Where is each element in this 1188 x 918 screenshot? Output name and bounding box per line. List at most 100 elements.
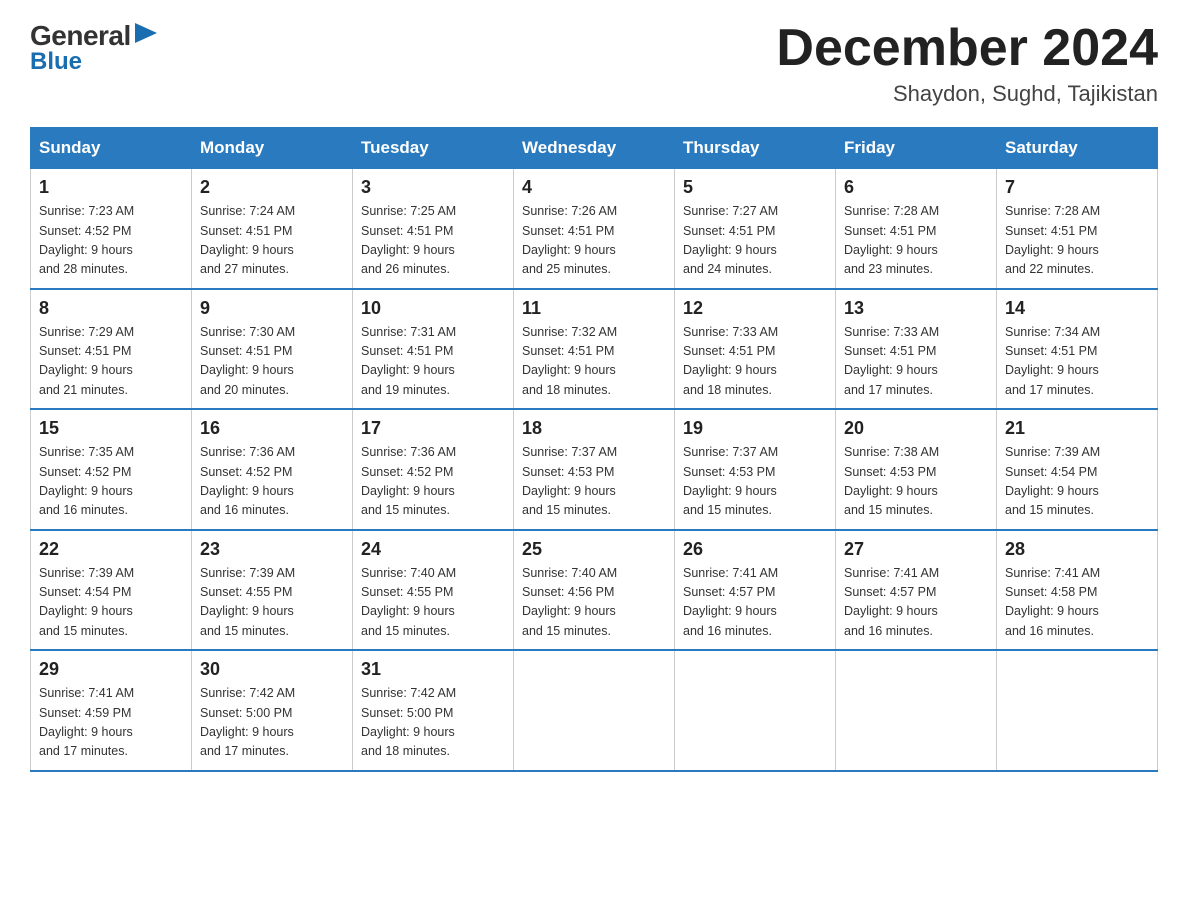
day-number: 31 <box>361 659 505 680</box>
logo-arrow-icon <box>135 23 157 43</box>
table-row: 18 Sunrise: 7:37 AMSunset: 4:53 PMDayligh… <box>514 409 675 530</box>
day-number: 4 <box>522 177 666 198</box>
day-info: Sunrise: 7:42 AMSunset: 5:00 PMDaylight:… <box>200 684 344 762</box>
table-row: 22 Sunrise: 7:39 AMSunset: 4:54 PMDayligh… <box>31 530 192 651</box>
day-number: 3 <box>361 177 505 198</box>
day-number: 24 <box>361 539 505 560</box>
day-number: 27 <box>844 539 988 560</box>
day-number: 12 <box>683 298 827 319</box>
table-row: 7 Sunrise: 7:28 AMSunset: 4:51 PMDaylight… <box>997 169 1158 289</box>
location-subtitle: Shaydon, Sughd, Tajikistan <box>776 81 1158 107</box>
day-number: 7 <box>1005 177 1149 198</box>
table-row: 19Sunrise: 7:37 AMSunset: 4:53 PMDayligh… <box>675 409 836 530</box>
day-info: Sunrise: 7:34 AMSunset: 4:51 PMDaylight:… <box>1005 323 1149 401</box>
day-info: Sunrise: 7:31 AMSunset: 4:51 PMDaylight:… <box>361 323 505 401</box>
day-info: Sunrise: 7:23 AMSunset: 4:52 PMDaylight:… <box>39 202 183 280</box>
page-header: General Blue December 2024 Shaydon, Sugh… <box>30 20 1158 107</box>
day-number: 6 <box>844 177 988 198</box>
table-row: 2 Sunrise: 7:24 AMSunset: 4:51 PMDaylight… <box>192 169 353 289</box>
table-row: 14Sunrise: 7:34 AMSunset: 4:51 PMDayligh… <box>997 289 1158 410</box>
day-number: 28 <box>1005 539 1149 560</box>
day-info: Sunrise: 7:41 AMSunset: 4:59 PMDaylight:… <box>39 684 183 762</box>
day-number: 11 <box>522 298 666 319</box>
day-info: Sunrise: 7:35 AMSunset: 4:52 PMDaylight:… <box>39 443 183 521</box>
table-row: 29Sunrise: 7:41 AMSunset: 4:59 PMDayligh… <box>31 650 192 771</box>
calendar-body: 1 Sunrise: 7:23 AMSunset: 4:52 PMDaylight… <box>31 169 1158 771</box>
day-info: Sunrise: 7:38 AMSunset: 4:53 PMDaylight:… <box>844 443 988 521</box>
table-row: 31 Sunrise: 7:42 AMSunset: 5:00 PMDayligh… <box>353 650 514 771</box>
table-row: 8 Sunrise: 7:29 AMSunset: 4:51 PMDaylight… <box>31 289 192 410</box>
day-number: 5 <box>683 177 827 198</box>
day-info: Sunrise: 7:39 AMSunset: 4:55 PMDaylight:… <box>200 564 344 642</box>
logo: General Blue <box>30 20 157 76</box>
day-info: Sunrise: 7:27 AMSunset: 4:51 PMDaylight:… <box>683 202 827 280</box>
day-number: 21 <box>1005 418 1149 439</box>
day-info: Sunrise: 7:33 AMSunset: 4:51 PMDaylight:… <box>683 323 827 401</box>
header-row: Sunday Monday Tuesday Wednesday Thursday… <box>31 128 1158 169</box>
day-info: Sunrise: 7:30 AMSunset: 4:51 PMDaylight:… <box>200 323 344 401</box>
day-info: Sunrise: 7:39 AMSunset: 4:54 PMDaylight:… <box>1005 443 1149 521</box>
day-info: Sunrise: 7:25 AMSunset: 4:51 PMDaylight:… <box>361 202 505 280</box>
table-row: 16 Sunrise: 7:36 AMSunset: 4:52 PMDayligh… <box>192 409 353 530</box>
table-row: 24 Sunrise: 7:40 AMSunset: 4:55 PMDayligh… <box>353 530 514 651</box>
calendar-week-row: 1 Sunrise: 7:23 AMSunset: 4:52 PMDaylight… <box>31 169 1158 289</box>
calendar-table: Sunday Monday Tuesday Wednesday Thursday… <box>30 127 1158 772</box>
day-info: Sunrise: 7:28 AMSunset: 4:51 PMDaylight:… <box>1005 202 1149 280</box>
day-info: Sunrise: 7:24 AMSunset: 4:51 PMDaylight:… <box>200 202 344 280</box>
day-number: 26 <box>683 539 827 560</box>
header-sunday: Sunday <box>31 128 192 169</box>
calendar-week-row: 29Sunrise: 7:41 AMSunset: 4:59 PMDayligh… <box>31 650 1158 771</box>
day-number: 20 <box>844 418 988 439</box>
table-row: 5 Sunrise: 7:27 AMSunset: 4:51 PMDaylight… <box>675 169 836 289</box>
day-number: 8 <box>39 298 183 319</box>
day-info: Sunrise: 7:32 AMSunset: 4:51 PMDaylight:… <box>522 323 666 401</box>
day-number: 18 <box>522 418 666 439</box>
table-row <box>997 650 1158 771</box>
day-info: Sunrise: 7:36 AMSunset: 4:52 PMDaylight:… <box>200 443 344 521</box>
day-info: Sunrise: 7:39 AMSunset: 4:54 PMDaylight:… <box>39 564 183 642</box>
logo-blue-text: Blue <box>30 48 82 76</box>
calendar-week-row: 22 Sunrise: 7:39 AMSunset: 4:54 PMDayligh… <box>31 530 1158 651</box>
calendar-header: Sunday Monday Tuesday Wednesday Thursday… <box>31 128 1158 169</box>
day-info: Sunrise: 7:42 AMSunset: 5:00 PMDaylight:… <box>361 684 505 762</box>
table-row <box>675 650 836 771</box>
header-wednesday: Wednesday <box>514 128 675 169</box>
day-info: Sunrise: 7:33 AMSunset: 4:51 PMDaylight:… <box>844 323 988 401</box>
day-number: 25 <box>522 539 666 560</box>
month-title: December 2024 <box>776 20 1158 77</box>
day-info: Sunrise: 7:37 AMSunset: 4:53 PMDaylight:… <box>522 443 666 521</box>
day-number: 19 <box>683 418 827 439</box>
day-number: 13 <box>844 298 988 319</box>
day-info: Sunrise: 7:36 AMSunset: 4:52 PMDaylight:… <box>361 443 505 521</box>
table-row: 12 Sunrise: 7:33 AMSunset: 4:51 PMDayligh… <box>675 289 836 410</box>
table-row: 26Sunrise: 7:41 AMSunset: 4:57 PMDayligh… <box>675 530 836 651</box>
table-row: 23 Sunrise: 7:39 AMSunset: 4:55 PMDayligh… <box>192 530 353 651</box>
table-row: 27Sunrise: 7:41 AMSunset: 4:57 PMDayligh… <box>836 530 997 651</box>
day-number: 16 <box>200 418 344 439</box>
day-info: Sunrise: 7:40 AMSunset: 4:56 PMDaylight:… <box>522 564 666 642</box>
day-info: Sunrise: 7:28 AMSunset: 4:51 PMDaylight:… <box>844 202 988 280</box>
table-row <box>836 650 997 771</box>
day-number: 23 <box>200 539 344 560</box>
day-info: Sunrise: 7:40 AMSunset: 4:55 PMDaylight:… <box>361 564 505 642</box>
day-number: 17 <box>361 418 505 439</box>
table-row: 10Sunrise: 7:31 AMSunset: 4:51 PMDayligh… <box>353 289 514 410</box>
day-number: 30 <box>200 659 344 680</box>
header-thursday: Thursday <box>675 128 836 169</box>
table-row: 20 Sunrise: 7:38 AMSunset: 4:53 PMDayligh… <box>836 409 997 530</box>
day-number: 15 <box>39 418 183 439</box>
table-row: 30 Sunrise: 7:42 AMSunset: 5:00 PMDayligh… <box>192 650 353 771</box>
header-friday: Friday <box>836 128 997 169</box>
day-number: 22 <box>39 539 183 560</box>
day-info: Sunrise: 7:29 AMSunset: 4:51 PMDaylight:… <box>39 323 183 401</box>
day-info: Sunrise: 7:41 AMSunset: 4:58 PMDaylight:… <box>1005 564 1149 642</box>
header-saturday: Saturday <box>997 128 1158 169</box>
day-number: 1 <box>39 177 183 198</box>
table-row: 11 Sunrise: 7:32 AMSunset: 4:51 PMDayligh… <box>514 289 675 410</box>
header-tuesday: Tuesday <box>353 128 514 169</box>
table-row <box>514 650 675 771</box>
day-info: Sunrise: 7:26 AMSunset: 4:51 PMDaylight:… <box>522 202 666 280</box>
table-row: 25 Sunrise: 7:40 AMSunset: 4:56 PMDayligh… <box>514 530 675 651</box>
table-row: 13 Sunrise: 7:33 AMSunset: 4:51 PMDayligh… <box>836 289 997 410</box>
day-number: 2 <box>200 177 344 198</box>
